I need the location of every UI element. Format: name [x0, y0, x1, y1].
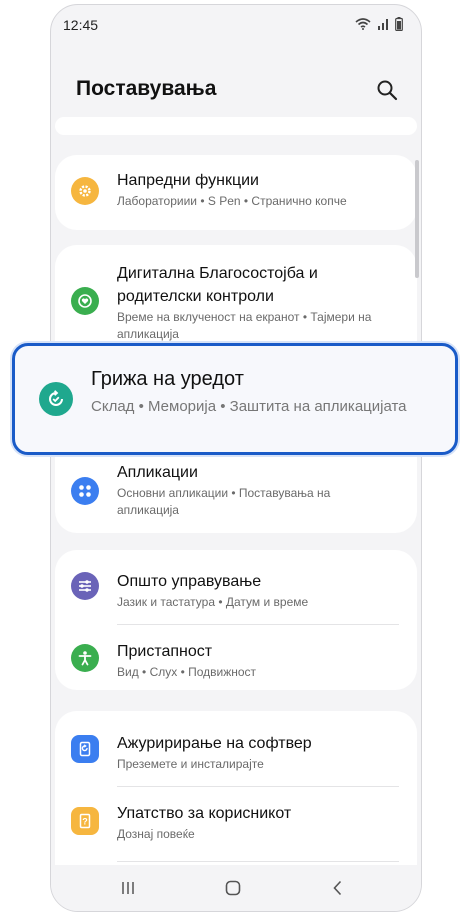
status-bar: 12:45	[51, 5, 421, 45]
settings-card-general: Општо управување Јазик и тастатура • Дат…	[55, 550, 417, 690]
accessibility-icon	[71, 644, 99, 672]
search-icon[interactable]	[375, 78, 399, 102]
battery-icon	[395, 17, 403, 31]
list-item-subtitle: Вид • Слух • Подвижност	[117, 665, 257, 679]
list-item-subtitle: Основни апликации • Поставувања на аплик…	[117, 486, 331, 517]
list-item-general-management[interactable]: Општо управување Јазик и тастатура • Дат…	[55, 550, 417, 620]
list-item-software-update[interactable]: Ажуририрање на софтвер Преземете и инста…	[55, 711, 417, 781]
user-manual-icon: ?	[71, 807, 99, 835]
status-time: 12:45	[63, 17, 99, 33]
wifi-icon	[355, 18, 371, 30]
signal-icon	[378, 19, 388, 30]
settings-card-advanced: Напредни функции Лабораториии • S Pen • …	[55, 155, 417, 230]
list-item-subtitle: Време на вклученост на екранот • Тајмери…	[117, 310, 372, 341]
status-icons	[355, 17, 403, 31]
list-item-title: Општо управување	[117, 573, 262, 590]
list-item-subtitle: Лабораториии • S Pen • Странично копче	[117, 194, 347, 208]
navigation-bar	[51, 865, 421, 911]
svg-text:?: ?	[82, 817, 88, 827]
list-item-apps[interactable]: Апликации Основни апликации • Поставувањ…	[55, 459, 417, 533]
device-care-subtitle: Склад • Меморија • Заштита на апликација…	[91, 398, 407, 415]
list-item-title: Апликации	[117, 464, 198, 481]
general-management-icon	[71, 572, 99, 600]
list-item-digital-wellbeing[interactable]: Дигитална Благосостојба и родителски кон…	[55, 245, 417, 345]
divider	[117, 861, 399, 862]
home-icon[interactable]	[224, 879, 242, 897]
list-item-user-manual[interactable]: ? Упатство за корисникот Дознај повеќе	[55, 787, 417, 857]
apps-icon	[71, 477, 99, 505]
digital-wellbeing-icon	[71, 287, 99, 315]
list-item-subtitle: Дознај повеќе	[117, 827, 195, 841]
page-title: Поставувања	[76, 77, 217, 100]
list-item-title: Напредни функции	[117, 172, 259, 189]
list-item-subtitle: Преземете и инсталирајте	[117, 757, 264, 771]
list-item-title: Пристапност	[117, 643, 213, 660]
settings-card-support: Ажуририрање на софтвер Преземете и инста…	[55, 711, 417, 891]
device-care-highlight[interactable]: Грижа на уредот Склад • Меморија • Зашти…	[12, 343, 458, 455]
list-item-title: Упатство за корисникот	[117, 805, 292, 822]
advanced-features-icon	[71, 177, 99, 205]
phone-frame: 12:45 Поставувања Напредни функции Лабор…	[50, 4, 422, 912]
list-item-advanced-features[interactable]: Напредни функции Лабораториии • S Pen • …	[55, 155, 417, 230]
device-care-title: Грижа на уредот	[91, 368, 244, 390]
list-item-title: Ажуририрање на софтвер	[117, 735, 312, 752]
list-item-title-line2: родителски контроли	[117, 288, 274, 305]
settings-card-partial	[55, 117, 417, 135]
software-update-icon	[71, 735, 99, 763]
recent-apps-icon[interactable]	[119, 879, 137, 897]
device-care-icon	[39, 382, 73, 416]
list-item-accessibility[interactable]: Пристапност Вид • Слух • Подвижност	[55, 625, 417, 690]
list-item-subtitle: Јазик и тастатура • Датум и време	[117, 595, 309, 609]
back-icon[interactable]	[329, 879, 347, 897]
scrollbar[interactable]	[415, 160, 419, 278]
list-item-title-line1: Дигитална Благосостојба и	[117, 265, 318, 282]
